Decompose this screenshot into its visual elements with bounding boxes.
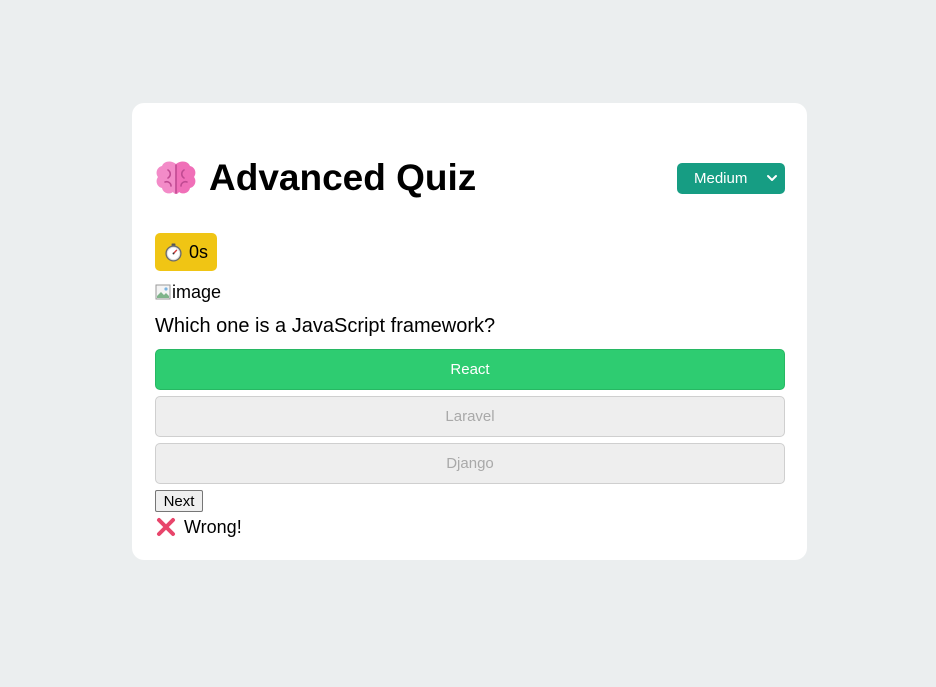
quiz-card: Advanced Quiz Medium 0s image Which one …	[132, 103, 807, 560]
answer-option-react[interactable]: React	[155, 349, 785, 390]
difficulty-select[interactable]: Medium	[677, 162, 785, 194]
brain-icon	[156, 161, 196, 194]
question-text: Which one is a JavaScript framework?	[155, 315, 496, 337]
answer-option-django[interactable]: Django	[155, 443, 785, 484]
title-group: Advanced Quiz	[155, 156, 476, 200]
question-image: image	[155, 282, 221, 302]
broken-image-icon	[155, 284, 171, 300]
answer-option-laravel[interactable]: Laravel	[155, 396, 785, 437]
feedback-text: Wrong!	[184, 516, 242, 537]
difficulty-selected-value: Medium	[694, 169, 748, 187]
page-title: Advanced Quiz	[209, 157, 477, 198]
answer-feedback: Wrong!	[155, 515, 242, 539]
next-button[interactable]: Next	[155, 490, 203, 512]
answer-option-label: Django	[446, 455, 494, 472]
cross-icon	[157, 518, 175, 536]
chevron-down-icon	[767, 174, 777, 181]
question-image-alt: image	[172, 281, 222, 302]
timer-badge: 0s	[155, 233, 217, 271]
timer-value: 0s	[189, 241, 209, 262]
quiz-header: Advanced Quiz Medium	[155, 156, 785, 200]
answer-option-label: Laravel	[445, 408, 495, 425]
answer-option-label: React	[450, 361, 490, 378]
stopwatch-icon	[165, 242, 182, 262]
